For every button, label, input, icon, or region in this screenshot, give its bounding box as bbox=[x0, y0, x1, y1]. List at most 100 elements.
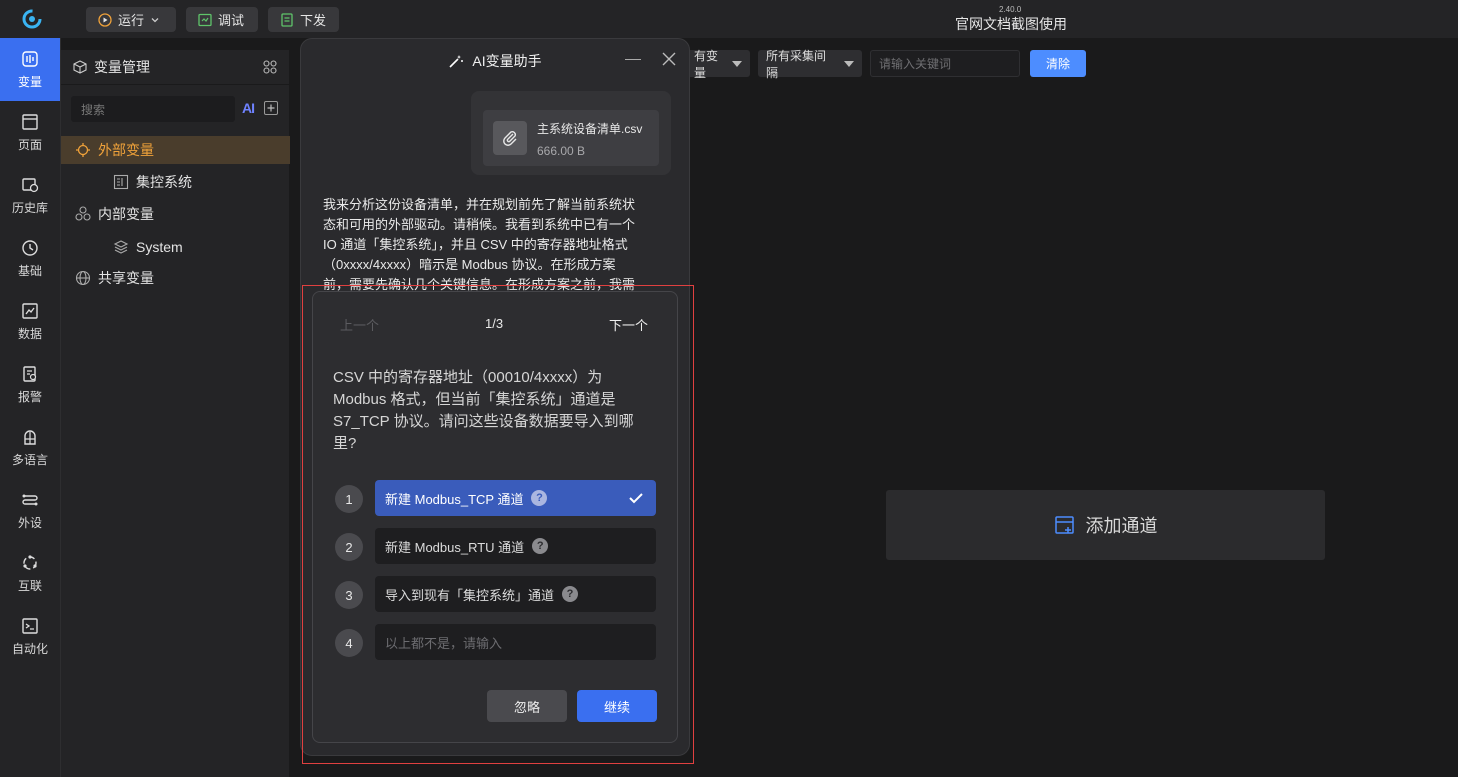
debug-button[interactable]: 调试 bbox=[186, 7, 258, 32]
globe-icon bbox=[75, 270, 91, 286]
file-size: 666.00 B bbox=[537, 144, 586, 158]
option-3[interactable]: 3 导入到现有「集控系统」通道 ? bbox=[333, 576, 656, 614]
basic-icon bbox=[22, 239, 38, 256]
peripheral-icon bbox=[22, 494, 38, 505]
continue-button[interactable]: 继续 bbox=[577, 690, 657, 722]
option-label-box: 新建 Modbus_TCP 通道 ? bbox=[375, 480, 656, 516]
interval-filter-select[interactable]: 所有采集间隔 bbox=[758, 49, 862, 80]
file-name: 主系统设备清单.csv bbox=[537, 122, 643, 136]
deploy-label: 下发 bbox=[300, 13, 327, 28]
grid-icon[interactable] bbox=[263, 60, 277, 74]
variable-panel-title: 变量管理 bbox=[94, 59, 150, 75]
prev-question-button[interactable]: 上一个 bbox=[340, 315, 379, 334]
nav-label: 多语言 bbox=[11, 452, 48, 467]
variable-panel: 变量管理 搜索 AI 外部变量 集控系统 内部变量 System 共享变量 bbox=[61, 50, 303, 777]
tree-item-external-variables[interactable]: 外部变量 bbox=[61, 136, 303, 164]
nav-item-automation[interactable]: 自动化 bbox=[0, 605, 60, 668]
add-channel-icon bbox=[1054, 516, 1074, 534]
device-icon bbox=[113, 174, 129, 190]
language-icon bbox=[24, 429, 36, 445]
keyword-search-input[interactable]: 请输入关键词 bbox=[870, 50, 1020, 77]
nav-label: 自动化 bbox=[11, 641, 48, 656]
variable-panel-header: 变量管理 bbox=[61, 50, 289, 85]
nav-item-history[interactable]: 历史库 bbox=[0, 164, 60, 227]
paperclip-icon bbox=[493, 121, 527, 155]
option-2[interactable]: 2 新建 Modbus_RTU 通道 ? bbox=[333, 528, 656, 566]
message-line: 我来分析这份设备清单，并在规划前先了解当前系统状 bbox=[323, 197, 636, 212]
nav-label: 基础 bbox=[17, 263, 42, 278]
add-variable-icon[interactable] bbox=[264, 101, 278, 115]
help-icon[interactable]: ? bbox=[562, 586, 579, 602]
nav-item-page[interactable]: 页面 bbox=[0, 101, 60, 164]
assistant-header: AI变量助手 bbox=[301, 51, 689, 71]
custom-answer-input[interactable]: 以上都不是，请输入 bbox=[375, 624, 656, 660]
question-card: 上一个 1/3 下一个 CSV 中的寄存器地址（00010/4xxxx）为 Mo… bbox=[312, 291, 678, 743]
tree-item-shared-variables[interactable]: 共享变量 bbox=[61, 264, 303, 292]
version-label: 2.40.0 bbox=[999, 5, 1022, 14]
nav-label: 外设 bbox=[17, 515, 42, 530]
magic-wand-icon bbox=[449, 55, 464, 68]
question-pager: 1/3 bbox=[485, 316, 504, 331]
next-question-button[interactable]: 下一个 bbox=[609, 315, 648, 334]
option-1[interactable]: 1 新建 Modbus_TCP 通道 ? bbox=[333, 480, 656, 518]
nav-item-data[interactable]: 数据 bbox=[0, 290, 60, 353]
layers-icon bbox=[113, 240, 129, 254]
caret-down-icon bbox=[732, 60, 742, 67]
history-db-icon bbox=[22, 177, 39, 192]
variable-icon bbox=[22, 50, 38, 67]
plus-icon bbox=[267, 104, 275, 112]
option-label: 新建 Modbus_RTU 通道 bbox=[385, 539, 525, 555]
message-line: （0xxxx/4xxxx）暗示是 Modbus 协议。在形成方案 bbox=[323, 257, 616, 272]
caret-down-icon bbox=[844, 60, 854, 67]
ai-assistant-icon[interactable]: AI bbox=[242, 100, 255, 116]
close-icon[interactable] bbox=[661, 51, 677, 67]
nav-label: 页面 bbox=[17, 137, 42, 152]
option-4[interactable]: 4 以上都不是，请输入 bbox=[333, 624, 656, 662]
option-number: 4 bbox=[335, 629, 363, 657]
play-icon bbox=[98, 12, 112, 27]
file-inner: 主系统设备清单.csv 666.00 B bbox=[483, 110, 659, 166]
chevron-down-icon bbox=[151, 17, 159, 22]
tree-label: 共享变量 bbox=[98, 270, 154, 286]
nav-item-variable[interactable]: 变量 bbox=[0, 38, 60, 101]
data-icon bbox=[22, 302, 38, 319]
nav-item-alarm[interactable]: 报警 bbox=[0, 353, 60, 416]
crosshair-icon bbox=[76, 143, 90, 157]
left-nav: 变量 页面 历史库 基础 数据 报警 多语言 外设 互联 自动化 bbox=[0, 38, 61, 777]
attached-file-card[interactable]: 主系统设备清单.csv 666.00 B bbox=[471, 91, 671, 175]
variable-search-input[interactable]: 搜索 bbox=[71, 96, 235, 122]
nav-item-peripheral[interactable]: 外设 bbox=[0, 479, 60, 542]
cube-icon bbox=[73, 60, 87, 74]
minimize-icon[interactable] bbox=[625, 59, 641, 60]
app-title: 官网文档截图使用 bbox=[955, 16, 1067, 32]
option-number: 1 bbox=[335, 485, 363, 513]
variable-filter-select[interactable]: 有变量 bbox=[686, 49, 750, 80]
top-bar: 运行 调试 下发 2.40.0 官网文档截图使用 bbox=[0, 0, 1458, 38]
keyword-placeholder: 请输入关键词 bbox=[879, 57, 952, 71]
clear-button[interactable]: 清除 bbox=[1030, 50, 1086, 77]
interconnect-icon bbox=[23, 554, 37, 570]
tree-label: 外部变量 bbox=[98, 142, 154, 158]
nav-label: 历史库 bbox=[11, 200, 48, 215]
nav-item-interconnect[interactable]: 互联 bbox=[0, 542, 60, 605]
ignore-button[interactable]: 忽略 bbox=[487, 690, 567, 722]
debug-icon bbox=[198, 13, 212, 26]
search-placeholder: 搜索 bbox=[81, 102, 106, 117]
tree-item-internal-variables[interactable]: 内部变量 bbox=[61, 200, 303, 228]
help-icon[interactable]: ? bbox=[531, 490, 548, 506]
help-icon[interactable]: ? bbox=[532, 538, 549, 554]
run-button[interactable]: 运行 bbox=[86, 7, 176, 32]
add-channel-button[interactable]: 添加通道 bbox=[886, 490, 1325, 560]
run-label: 运行 bbox=[118, 13, 145, 28]
nav-item-basic[interactable]: 基础 bbox=[0, 227, 60, 290]
tree-label: 集控系统 bbox=[136, 174, 192, 190]
message-line: IO 通道「集控系统」，并且 CSV 中的寄存器地址格式 bbox=[323, 237, 628, 252]
automation-icon bbox=[22, 617, 38, 634]
question-text: CSV 中的寄存器地址（00010/4xxxx）为 Modbus 格式，但当前「… bbox=[333, 369, 634, 452]
deploy-button[interactable]: 下发 bbox=[268, 7, 339, 32]
option-label: 导入到现有「集控系统」通道 bbox=[385, 587, 555, 603]
nav-item-language[interactable]: 多语言 bbox=[0, 416, 60, 479]
tree-label: System bbox=[136, 239, 183, 255]
alarm-icon bbox=[23, 365, 37, 382]
option-number: 2 bbox=[335, 533, 363, 561]
